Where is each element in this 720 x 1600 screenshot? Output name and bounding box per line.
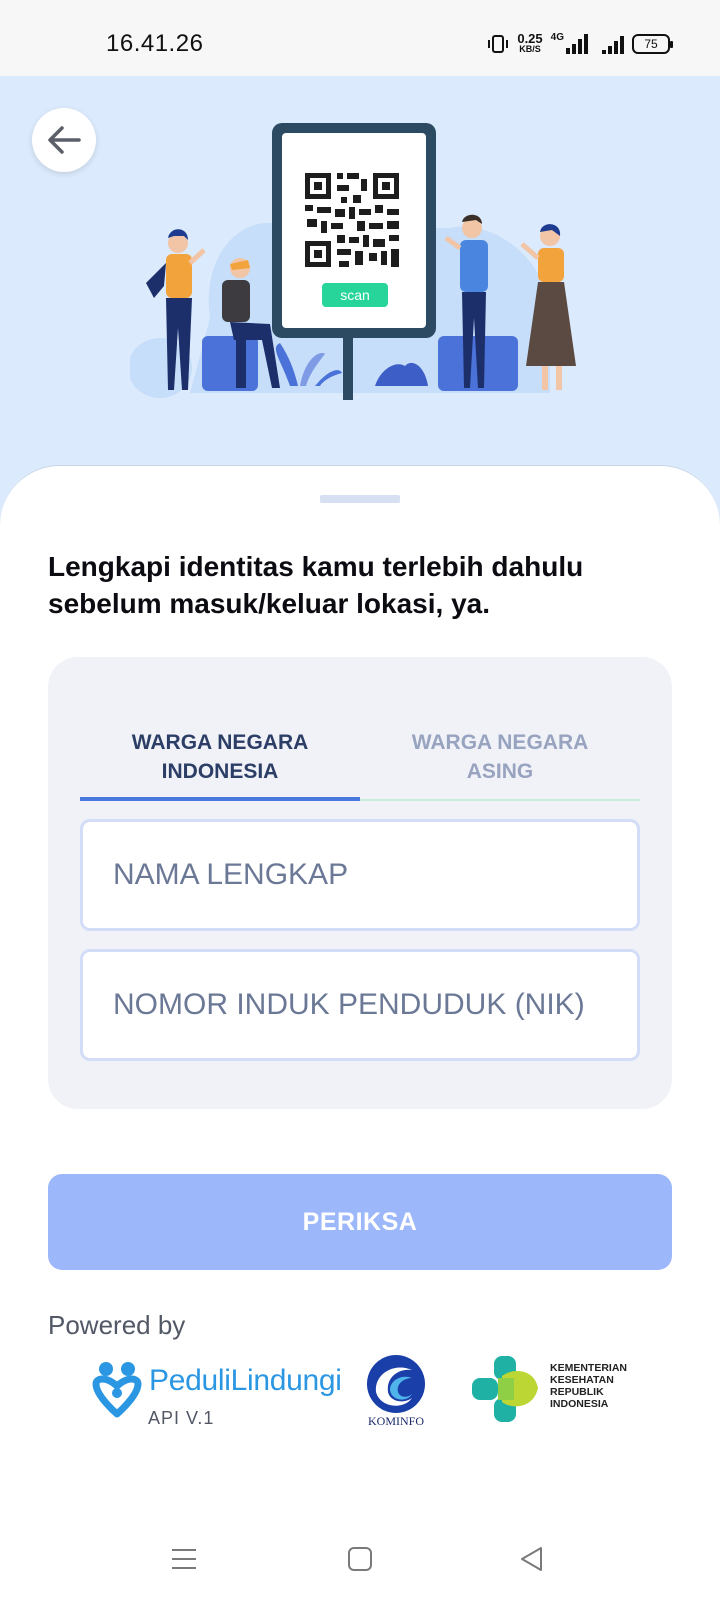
signal-icon-2 [602,34,624,54]
kemenkes-text: KEMENTERIAN KESEHATAN REPUBLIK INDONESIA [550,1362,628,1410]
powered-by-label: Powered by [48,1310,186,1340]
nav-home-button[interactable] [340,1544,380,1574]
tab-divider [360,799,640,801]
status-bar: 16.41.26 0.25 KB/S 4G 75 [0,0,720,76]
kominfo-logo: KOMINFO [360,1352,432,1432]
pedulilindungi-icon [92,1362,142,1418]
pedulilindungi-logo: PeduliLindungi API V.1 [92,1360,342,1440]
arrow-left-icon [48,126,81,154]
nik-input[interactable] [83,952,637,1058]
full-name-field[interactable] [80,819,640,931]
menu-icon [172,1549,196,1569]
vibrate-icon [488,35,509,53]
status-time: 16.41.26 [106,30,204,57]
page-title: Lengkapi identitas kamu terlebih dahulu … [48,551,584,619]
nik-field[interactable] [80,949,640,1061]
periksa-button[interactable]: PERIKSA [48,1174,672,1270]
battery-icon: 75 [632,34,673,54]
full-name-input[interactable] [83,822,637,928]
kemenkes-logo: KEMENTERIAN KESEHATAN REPUBLIK INDONESIA [472,1354,662,1426]
signal-icon [566,34,588,54]
api-version: API V.1 [148,1408,215,1428]
qr-scan-illustration: scan [130,123,576,400]
kominfo-emblem-icon [367,1355,425,1413]
pedulilindungi-name: PeduliLindungi [149,1364,342,1397]
nav-menu-button[interactable] [164,1544,204,1574]
triangle-back-icon [521,1547,542,1571]
back-button[interactable] [32,108,96,172]
sheet-handle[interactable] [320,495,400,503]
kemenkes-emblem-icon [472,1356,538,1422]
nav-back-button[interactable] [512,1544,552,1574]
status-icons: 0.25 KB/S 4G 75 [487,30,673,58]
network-type: 4G [550,32,564,43]
tab-warga-negara-indonesia[interactable]: WARGA NEGARA INDONESIA [80,728,360,786]
kominfo-text: KOMINFO [367,1414,424,1428]
scan-label: scan [340,287,370,303]
square-icon [348,1547,372,1571]
system-nav-bar [0,1514,720,1600]
tab-warga-negara-asing[interactable]: WARGA NEGARA ASING [360,728,640,786]
net-speed: 0.25 KB/S [517,31,543,54]
tab-active-indicator [80,797,360,801]
